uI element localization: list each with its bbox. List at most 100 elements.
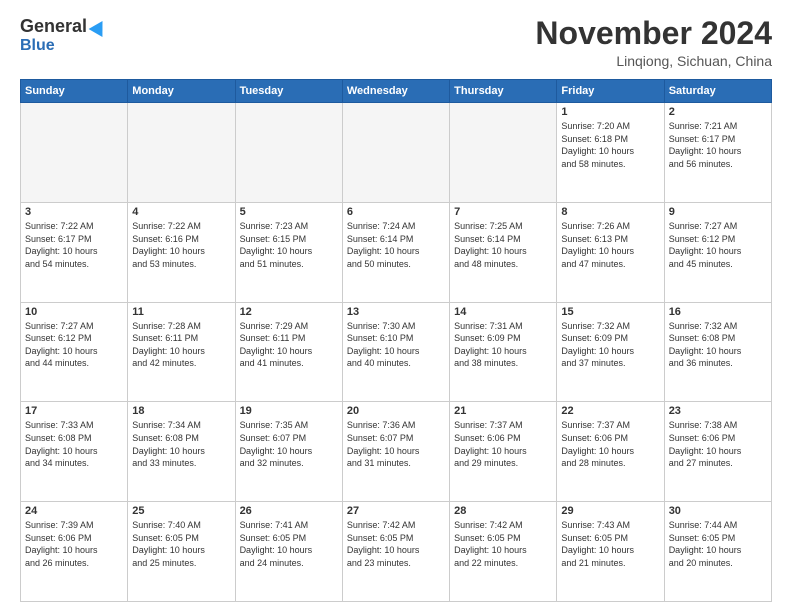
calendar-cell: 18Sunrise: 7:34 AMSunset: 6:08 PMDayligh… [128, 402, 235, 502]
day-info: Sunrise: 7:22 AMSunset: 6:16 PMDaylight:… [132, 220, 230, 270]
calendar-cell [450, 103, 557, 203]
calendar-cell: 16 Sunrise: 7:32 AMSunset: 6:08 PMDayligh… [664, 302, 771, 402]
calendar-week-row: 3Sunrise: 7:22 AMSunset: 6:17 PMDaylight… [21, 202, 772, 302]
page: General Blue November 2024 Linqiong, Sic… [0, 0, 792, 612]
day-number: 2 [669, 106, 767, 118]
day-number: 1 [561, 106, 659, 118]
day-info: Sunrise: 7:22 AMSunset: 6:17 PMDaylight:… [25, 220, 123, 270]
calendar-cell [235, 103, 342, 203]
day-number: 16 [669, 306, 767, 318]
day-info: Sunrise: 7:26 AMSunset: 6:13 PMDaylight:… [561, 220, 659, 270]
day-info: Sunrise: 7:23 AMSunset: 6:15 PMDaylight:… [240, 220, 338, 270]
day-number: 26 [240, 505, 338, 517]
calendar-cell: 5 Sunrise: 7:23 AMSunset: 6:15 PMDaylight… [235, 202, 342, 302]
calendar-cell: 25 Sunrise: 7:40 AMSunset: 6:05 PMDayligh… [128, 502, 235, 602]
calendar-cell: 15 Sunrise: 7:32 AMSunset: 6:09 PMDayligh… [557, 302, 664, 402]
calendar-week-row: 17 Sunrise: 7:33 AMSunset: 6:08 PMDayligh… [21, 402, 772, 502]
calendar-cell: 2 Sunrise: 7:21 AMSunset: 6:17 PMDaylight… [664, 103, 771, 203]
day-info: Sunrise: 7:28 AMSunset: 6:11 PMDaylight:… [132, 320, 230, 370]
month-title: November 2024 [535, 16, 772, 51]
day-info: Sunrise: 7:43 AMSunset: 6:05 PMDaylight:… [561, 519, 659, 569]
day-number: 29 [561, 505, 659, 517]
header: General Blue November 2024 Linqiong, Sic… [20, 16, 772, 69]
day-info: Sunrise: 7:25 AMSunset: 6:14 PMDaylight:… [454, 220, 552, 270]
day-number: 6 [347, 206, 445, 218]
calendar-cell: 26Sunrise: 7:41 AMSunset: 6:05 PMDayligh… [235, 502, 342, 602]
day-number: 11 [132, 306, 230, 318]
location: Linqiong, Sichuan, China [535, 53, 772, 69]
day-info: Sunrise: 7:44 AMSunset: 6:05 PMDaylight:… [669, 519, 767, 569]
day-number: 7 [454, 206, 552, 218]
day-info: Sunrise: 7:32 AMSunset: 6:08 PMDaylight:… [669, 320, 767, 370]
day-info: Sunrise: 7:37 AMSunset: 6:06 PMDaylight:… [454, 419, 552, 469]
calendar-cell: 21 Sunrise: 7:37 AMSunset: 6:06 PMDayligh… [450, 402, 557, 502]
day-info: Sunrise: 7:33 AMSunset: 6:08 PMDaylight:… [25, 419, 123, 469]
logo-blue-text: Blue [20, 37, 55, 55]
weekday-header-friday: Friday [557, 80, 664, 103]
day-info: Sunrise: 7:35 AMSunset: 6:07 PMDaylight:… [240, 419, 338, 469]
day-number: 17 [25, 405, 123, 417]
calendar-cell: 28Sunrise: 7:42 AMSunset: 6:05 PMDayligh… [450, 502, 557, 602]
calendar-cell: 30 Sunrise: 7:44 AMSunset: 6:05 PMDayligh… [664, 502, 771, 602]
calendar-cell: 13Sunrise: 7:30 AMSunset: 6:10 PMDayligh… [342, 302, 449, 402]
day-number: 22 [561, 405, 659, 417]
calendar-cell: 29 Sunrise: 7:43 AMSunset: 6:05 PMDayligh… [557, 502, 664, 602]
title-block: November 2024 Linqiong, Sichuan, China [535, 16, 772, 69]
calendar-cell: 3Sunrise: 7:22 AMSunset: 6:17 PMDaylight… [21, 202, 128, 302]
calendar-cell: 11 Sunrise: 7:28 AMSunset: 6:11 PMDayligh… [128, 302, 235, 402]
calendar-cell: 8 Sunrise: 7:26 AMSunset: 6:13 PMDaylight… [557, 202, 664, 302]
logo-general-text: General [20, 16, 87, 37]
calendar-cell: 4 Sunrise: 7:22 AMSunset: 6:16 PMDaylight… [128, 202, 235, 302]
day-number: 14 [454, 306, 552, 318]
day-number: 9 [669, 206, 767, 218]
day-info: Sunrise: 7:24 AMSunset: 6:14 PMDaylight:… [347, 220, 445, 270]
calendar-table: SundayMondayTuesdayWednesdayThursdayFrid… [20, 79, 772, 602]
calendar-cell: 12 Sunrise: 7:29 AMSunset: 6:11 PMDayligh… [235, 302, 342, 402]
day-info: Sunrise: 7:27 AMSunset: 6:12 PMDaylight:… [669, 220, 767, 270]
calendar-cell: 9 Sunrise: 7:27 AMSunset: 6:12 PMDaylight… [664, 202, 771, 302]
day-number: 23 [669, 405, 767, 417]
day-info: Sunrise: 7:21 AMSunset: 6:17 PMDaylight:… [669, 120, 767, 170]
day-info: Sunrise: 7:40 AMSunset: 6:05 PMDaylight:… [132, 519, 230, 569]
weekday-header-thursday: Thursday [450, 80, 557, 103]
weekday-header-tuesday: Tuesday [235, 80, 342, 103]
calendar-cell: 7 Sunrise: 7:25 AMSunset: 6:14 PMDaylight… [450, 202, 557, 302]
day-info: Sunrise: 7:37 AMSunset: 6:06 PMDaylight:… [561, 419, 659, 469]
weekday-header-sunday: Sunday [21, 80, 128, 103]
weekday-header-wednesday: Wednesday [342, 80, 449, 103]
calendar-header-row: SundayMondayTuesdayWednesdayThursdayFrid… [21, 80, 772, 103]
day-number: 30 [669, 505, 767, 517]
day-number: 19 [240, 405, 338, 417]
day-number: 20 [347, 405, 445, 417]
day-number: 21 [454, 405, 552, 417]
calendar-week-row: 24 Sunrise: 7:39 AMSunset: 6:06 PMDayligh… [21, 502, 772, 602]
day-number: 24 [25, 505, 123, 517]
day-number: 8 [561, 206, 659, 218]
day-number: 15 [561, 306, 659, 318]
calendar-cell: 20Sunrise: 7:36 AMSunset: 6:07 PMDayligh… [342, 402, 449, 502]
calendar-cell: 27Sunrise: 7:42 AMSunset: 6:05 PMDayligh… [342, 502, 449, 602]
day-number: 4 [132, 206, 230, 218]
day-number: 18 [132, 405, 230, 417]
calendar-week-row: 10Sunrise: 7:27 AMSunset: 6:12 PMDayligh… [21, 302, 772, 402]
calendar-cell: 10Sunrise: 7:27 AMSunset: 6:12 PMDayligh… [21, 302, 128, 402]
day-info: Sunrise: 7:29 AMSunset: 6:11 PMDaylight:… [240, 320, 338, 370]
day-number: 27 [347, 505, 445, 517]
calendar-cell: 19 Sunrise: 7:35 AMSunset: 6:07 PMDayligh… [235, 402, 342, 502]
calendar-cell [21, 103, 128, 203]
calendar-cell: 14 Sunrise: 7:31 AMSunset: 6:09 PMDayligh… [450, 302, 557, 402]
calendar-week-row: 1Sunrise: 7:20 AMSunset: 6:18 PMDaylight… [21, 103, 772, 203]
day-number: 13 [347, 306, 445, 318]
day-number: 12 [240, 306, 338, 318]
day-number: 25 [132, 505, 230, 517]
weekday-header-monday: Monday [128, 80, 235, 103]
day-info: Sunrise: 7:31 AMSunset: 6:09 PMDaylight:… [454, 320, 552, 370]
day-info: Sunrise: 7:38 AMSunset: 6:06 PMDaylight:… [669, 419, 767, 469]
calendar-cell: 24 Sunrise: 7:39 AMSunset: 6:06 PMDayligh… [21, 502, 128, 602]
day-info: Sunrise: 7:39 AMSunset: 6:06 PMDaylight:… [25, 519, 123, 569]
day-number: 28 [454, 505, 552, 517]
logo: General Blue [20, 16, 107, 55]
day-number: 5 [240, 206, 338, 218]
day-info: Sunrise: 7:32 AMSunset: 6:09 PMDaylight:… [561, 320, 659, 370]
calendar-cell [128, 103, 235, 203]
